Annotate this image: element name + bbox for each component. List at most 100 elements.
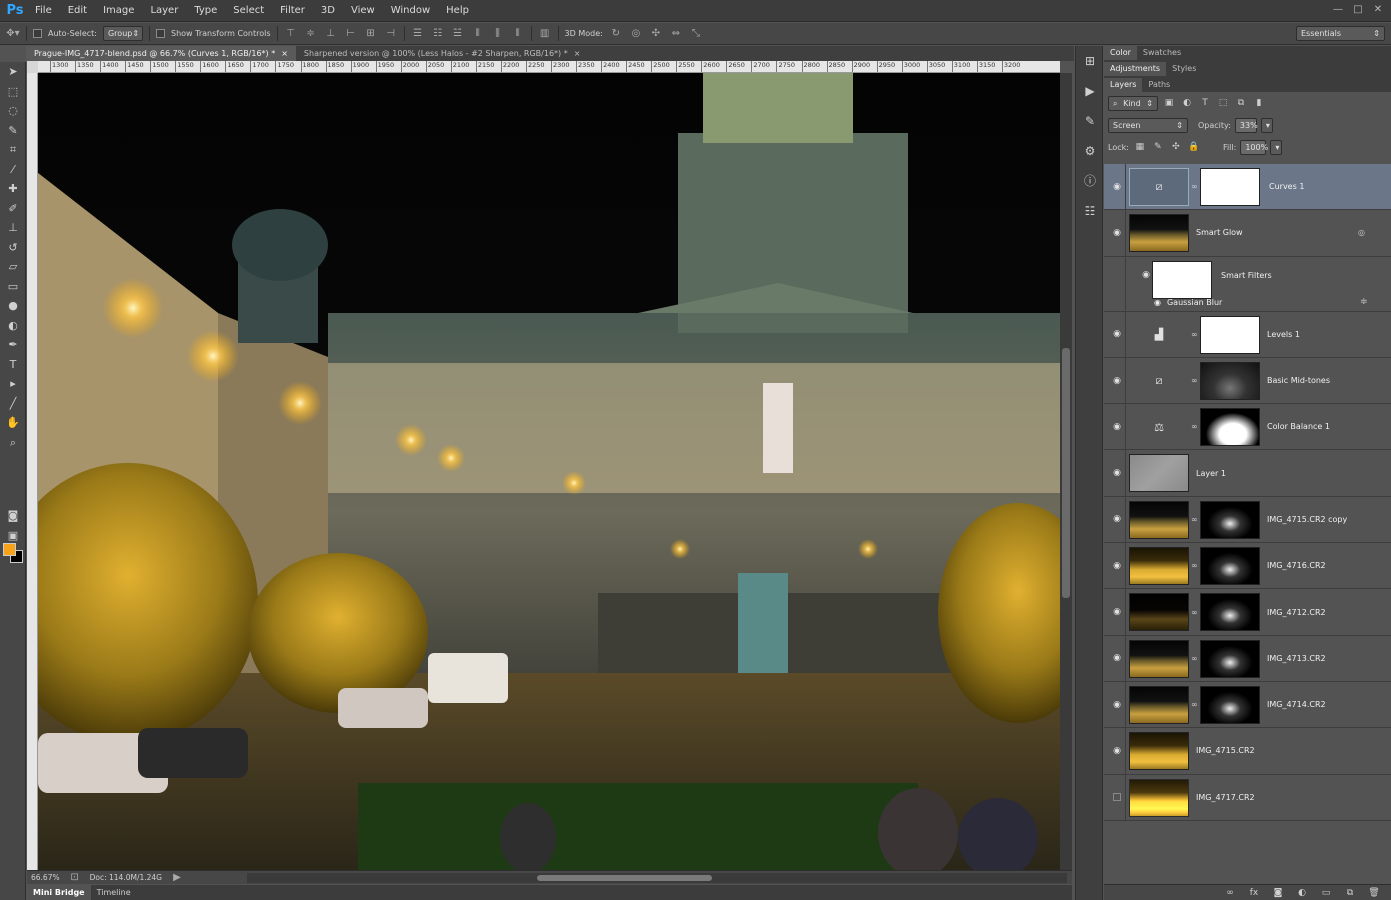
layer-row[interactable]: ◉ ∞ IMG_4716.CR2 [1104,543,1391,590]
brush-tool-icon[interactable]: ✐ [0,199,26,219]
eye-icon[interactable]: ◉ [1110,636,1124,681]
3d-slide-icon[interactable]: ⇔ [669,28,683,40]
menu-image[interactable]: Image [95,0,142,22]
workspace-dropdown[interactable]: Essentials ⇕ [1296,26,1385,41]
eye-icon[interactable]: ◉ [1110,404,1124,449]
tab-document-1[interactable]: Prague-IMG_4717-blend.psd @ 66.7% (Curve… [26,46,296,61]
menu-view[interactable]: View [343,0,383,22]
hand-tool-icon[interactable]: ✋ [0,413,26,433]
horizontal-scrollbar[interactable] [247,873,1067,883]
move-tool-icon[interactable]: ✥▾ [6,28,20,40]
layer-name[interactable]: Curves 1 [1269,164,1304,209]
layer-name[interactable]: Layer 1 [1196,450,1226,495]
link-icon[interactable]: ∞ [1191,497,1198,542]
scroll-thumb[interactable] [1062,348,1070,598]
add-mask-icon[interactable]: ◙ [1271,886,1285,900]
eye-icon[interactable]: ◉ [1110,543,1124,588]
layer-row[interactable]: ◉ ∞ IMG_4713.CR2 [1104,635,1391,682]
document-canvas[interactable] [38,73,1060,870]
ruler-origin[interactable] [27,61,38,73]
layer-name[interactable]: Basic Mid-tones [1267,358,1330,403]
menu-window[interactable]: Window [383,0,438,22]
layer-thumbnail[interactable] [1129,547,1189,586]
info-icon[interactable]: ⓘ [1076,166,1104,196]
layer-row[interactable]: ◉ ▟ ∞ Levels 1 [1104,311,1391,358]
vertical-scrollbar[interactable] [1060,73,1072,870]
tab-color[interactable]: Color [1104,46,1137,60]
eye-icon[interactable]: ◉ [1110,312,1124,357]
layer-name[interactable]: Levels 1 [1267,312,1300,357]
dodge-tool-icon[interactable]: ◐ [0,316,26,336]
new-group-icon[interactable]: ▭ [1319,886,1333,900]
link-icon[interactable]: ∞ [1191,164,1198,209]
close-icon[interactable]: × [281,46,288,61]
filter-kind-dropdown[interactable]: ⌕ Kind ⇕ [1108,95,1158,111]
history-brush-icon[interactable]: ↺ [0,238,26,258]
layer-name[interactable]: Smart Filters [1221,257,1272,295]
distribute-vcenter-icon[interactable]: ☷ [431,28,445,40]
color-swatches[interactable] [3,543,23,563]
path-select-icon[interactable]: ▸ [0,374,26,394]
link-icon[interactable]: ∞ [1191,358,1198,403]
horizontal-ruler[interactable]: 1300 1350 1400 1450 1500 1550 1600 1650 1700 1750… [38,61,1060,73]
layer-mask-thumbnail[interactable] [1200,547,1260,586]
eye-icon[interactable]: ◉ [1110,728,1124,773]
crop-tool-icon[interactable]: ⌗ [0,140,26,160]
filter-entry[interactable]: ◉ Gaussian Blur [1154,298,1222,307]
new-adjustment-icon[interactable]: ◐ [1295,886,1309,900]
opacity-slider-button[interactable]: ▾ [1260,117,1273,133]
layer-name[interactable]: IMG_4712.CR2 [1267,589,1326,634]
tab-swatches[interactable]: Swatches [1137,46,1187,60]
close-icon[interactable]: × [574,46,581,61]
menu-layer[interactable]: Layer [142,0,186,22]
layer-thumbnail[interactable] [1129,454,1189,493]
align-top-icon[interactable]: ⊤ [284,28,298,40]
marquee-tool-icon[interactable]: ⬚ [0,82,26,102]
layer-mask-thumbnail[interactable] [1200,685,1260,724]
layer-name[interactable]: IMG_4713.CR2 [1267,636,1326,681]
filter-pixel-icon[interactable]: ▣ [1162,96,1176,110]
align-vcenter-icon[interactable]: ≑ [304,28,318,40]
3d-pan-icon[interactable]: ✣ [649,28,663,40]
layer-mask-thumbnail[interactable] [1200,408,1260,447]
auto-align-icon[interactable]: ▥ [538,28,552,40]
visibility-toggle-empty[interactable] [1110,775,1124,820]
tab-layers[interactable]: Layers [1104,78,1143,92]
history-icon[interactable]: ⊞ [1076,46,1104,76]
link-icon[interactable]: ∞ [1191,404,1198,449]
filter-adjustment-icon[interactable]: ◐ [1180,96,1194,110]
quick-select-tool-icon[interactable]: ✎ [0,121,26,141]
layer-thumbnail[interactable] [1129,639,1189,678]
layer-mask-thumbnail[interactable] [1200,593,1260,632]
vertical-ruler[interactable] [27,73,38,870]
layer-thumbnail[interactable] [1129,593,1189,632]
close-button[interactable]: ✕ [1369,2,1387,18]
layer-thumbnail[interactable] [1129,732,1189,771]
blend-mode-dropdown[interactable]: Screen ⇕ [1108,117,1188,133]
3d-roll-icon[interactable]: ◎ [629,28,643,40]
quick-mask-icon[interactable]: ◙ [0,506,26,526]
clone-source-icon[interactable]: ⚙ [1076,136,1104,166]
align-left-icon[interactable]: ⊢ [344,28,358,40]
zoom-tool-icon[interactable]: ⌕ [0,433,26,453]
layer-mask-thumbnail[interactable] [1200,500,1260,539]
tab-paths[interactable]: Paths [1142,78,1176,92]
menu-help[interactable]: Help [438,0,477,22]
gradient-tool-icon[interactable]: ▭ [0,277,26,297]
align-right-icon[interactable]: ⊣ [384,28,398,40]
menu-3d[interactable]: 3D [313,0,343,22]
eye-icon[interactable]: ◉ [1110,358,1124,403]
layer-thumbnail[interactable] [1129,778,1189,817]
layer-row[interactable]: ◉ Layer 1 [1104,450,1391,497]
line-tool-icon[interactable]: ╱ [0,394,26,414]
layer-name[interactable]: IMG_4717.CR2 [1196,775,1255,820]
layer-thumbnail[interactable] [1129,685,1189,724]
show-transform-checkbox[interactable] [155,29,165,38]
layer-thumbnail[interactable] [1129,500,1189,539]
smart-filter-badge-icon[interactable]: ◎ [1358,210,1365,255]
layer-row[interactable]: ◉ Smart Glow ◎ [1104,210,1391,257]
screen-mode-icon[interactable]: ▣ [0,526,26,546]
tab-styles[interactable]: Styles [1166,62,1202,76]
filter-type-icon[interactable]: T [1198,96,1212,110]
eye-icon[interactable]: ◉ [1110,450,1124,495]
